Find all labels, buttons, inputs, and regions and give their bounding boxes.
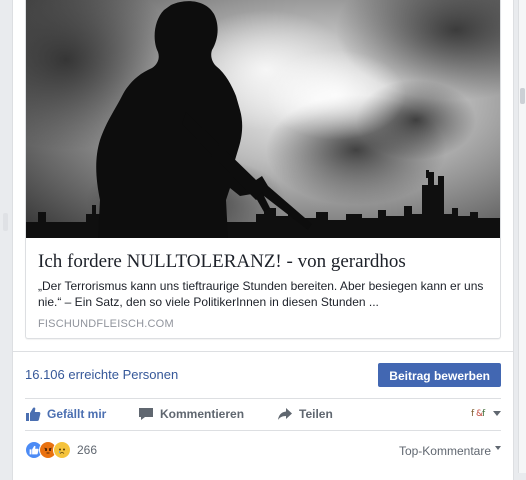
share-button[interactable]: Teilen [277,398,333,430]
sad-reaction-icon [53,441,71,459]
action-bar: Gefällt mir Kommentieren Teilen f & f [13,398,513,430]
right-scroll-strip[interactable] [518,0,526,473]
link-domain: FISCHUNDFLEISCH.COM [38,318,174,330]
silhouette-soldier-image [26,0,500,238]
comment-button[interactable]: Kommentieren [138,398,244,430]
page-avatar-icon: f & f [471,406,487,420]
divider [13,351,513,352]
comment-sort-dropdown[interactable]: Top-Kommentare [399,444,501,458]
svg-text:f: f [471,409,475,418]
link-preview-image[interactable] [26,0,500,238]
chevron-down-icon [495,446,501,450]
scroll-nub-left [3,213,8,231]
share-label: Teilen [299,407,333,421]
like-label: Gefällt mir [47,407,107,421]
post-as-selector[interactable]: f & f [471,406,501,420]
like-button[interactable]: Gefällt mir [25,398,106,430]
comment-icon [139,408,153,420]
thumbs-up-icon [26,407,41,421]
link-description: „Der Terrorismus kann uns tieftraurige S… [38,279,484,309]
comment-label: Kommentieren [160,407,245,421]
link-title[interactable]: Ich fordere NULLTOLERANZ! - von gerardho… [38,251,490,273]
chevron-down-icon [493,410,501,416]
post-card: Ich fordere NULLTOLERANZ! - von gerardho… [12,0,514,480]
divider [25,430,501,431]
svg-text:f: f [482,409,486,418]
share-arrow-icon [278,408,292,420]
reaction-count[interactable]: 266 [77,443,97,457]
link-preview[interactable]: Ich fordere NULLTOLERANZ! - von gerardho… [25,0,501,339]
scroll-thumb[interactable] [520,88,525,104]
reach-link[interactable]: 16.106 erreichte Personen [25,367,178,382]
reactions-summary[interactable]: 266 [25,441,97,459]
comment-sort-label: Top-Kommentare [398,444,491,458]
boost-post-button[interactable]: Beitrag bewerben [378,363,501,387]
